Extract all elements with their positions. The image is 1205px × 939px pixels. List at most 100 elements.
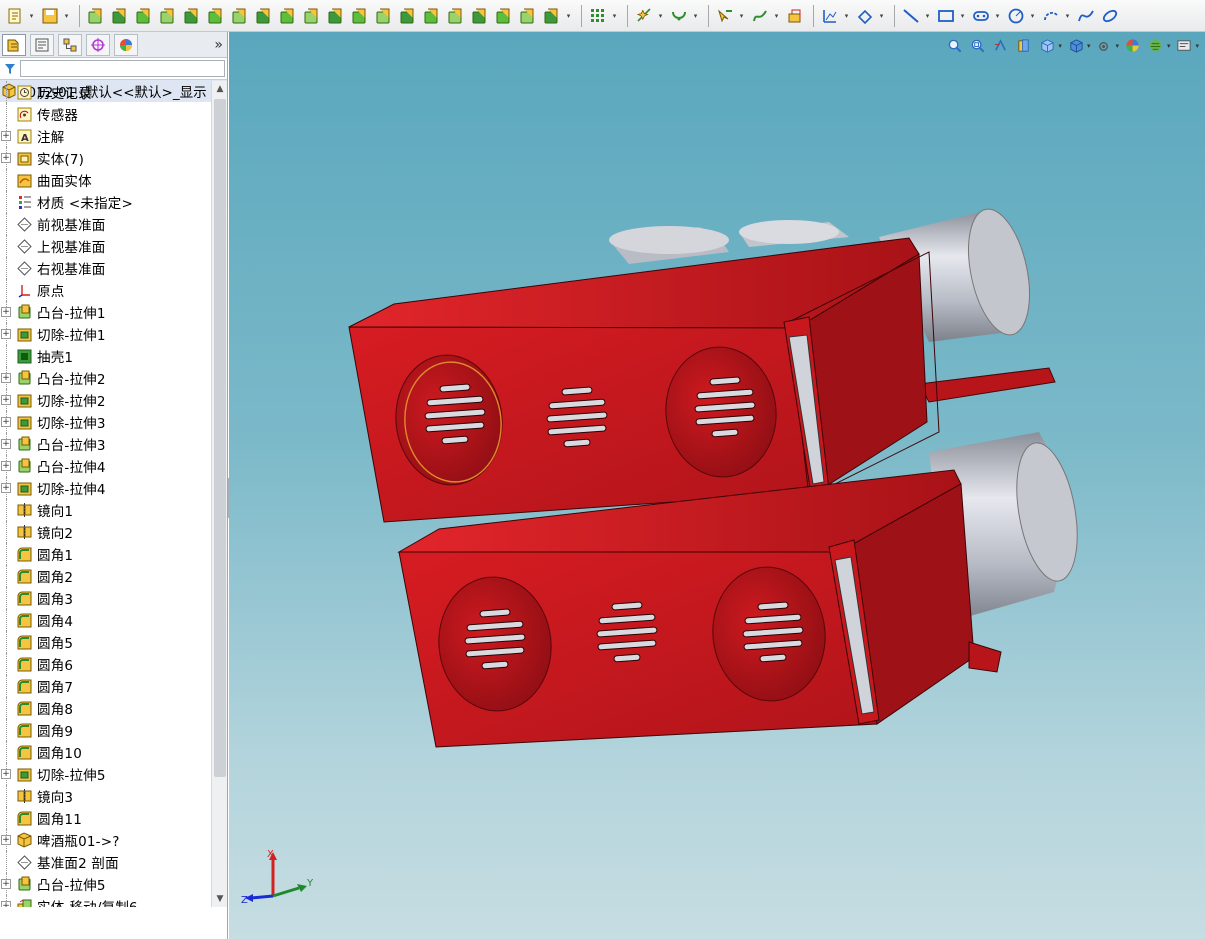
graphics-area[interactable]: ▾ ▾ ▾ ▾ ▾ X Y Z xyxy=(229,32,1205,939)
save-dropdown-arrow[interactable]: ▾ xyxy=(63,5,70,27)
hide-show-items-dropdown-arrow[interactable]: ▾ xyxy=(1115,42,1119,50)
scroll-up-arrow[interactable]: ▲ xyxy=(212,81,228,97)
tree-item[interactable]: 抽壳1 xyxy=(0,345,211,367)
tree-item[interactable]: 圆角5 xyxy=(0,631,211,653)
spline-dropdown-arrow[interactable]: ▾ xyxy=(773,5,780,27)
curves-dropdown-arrow[interactable]: ▾ xyxy=(692,5,699,27)
display-style-dropdown-arrow[interactable]: ▾ xyxy=(1087,42,1091,50)
sketch-button[interactable] xyxy=(819,5,841,27)
shell-button[interactable] xyxy=(181,5,203,27)
expand-toggle[interactable]: + xyxy=(1,131,11,141)
mirror-button[interactable] xyxy=(469,5,491,27)
section-view-button[interactable] xyxy=(1015,37,1033,55)
tree-item[interactable]: 曲面实体 xyxy=(0,169,211,191)
spline-button[interactable] xyxy=(749,5,771,27)
tree-item[interactable]: 基准面2 剖面 xyxy=(0,851,211,873)
tree-item[interactable]: 圆角11 xyxy=(0,807,211,829)
tree-scrollbar[interactable]: ▲ ▼ xyxy=(211,81,227,907)
tree-item[interactable]: + 啤酒瓶01->? xyxy=(0,829,211,851)
wrap-button[interactable] xyxy=(373,5,395,27)
expand-toggle[interactable]: + xyxy=(1,373,11,383)
tree-item[interactable]: 镜向3 xyxy=(0,785,211,807)
tree-item[interactable]: + 凸台-拉伸5 xyxy=(0,873,211,895)
tree-item[interactable]: 原点 xyxy=(0,279,211,301)
tree-item[interactable]: + 凸台-拉伸2 xyxy=(0,367,211,389)
chamfer-button[interactable] xyxy=(517,5,539,27)
sketch-dropdown-arrow[interactable]: ▾ xyxy=(843,5,850,27)
tab-dimxpert-manager[interactable] xyxy=(86,33,110,56)
circle-button[interactable] xyxy=(1005,5,1027,27)
spline-tool-button[interactable] xyxy=(1075,5,1097,27)
expand-toggle[interactable]: + xyxy=(1,879,11,889)
tree-item[interactable]: 上视基准面 xyxy=(0,235,211,257)
tree-item[interactable]: 圆角4 xyxy=(0,609,211,631)
indent-button[interactable] xyxy=(421,5,443,27)
apply-scene-button[interactable] xyxy=(1147,37,1165,55)
save-button[interactable] xyxy=(39,5,61,27)
tree-item[interactable]: 圆角10 xyxy=(0,741,211,763)
apply-scene-dropdown-arrow[interactable]: ▾ xyxy=(1167,42,1171,50)
rectangle-dropdown-arrow[interactable]: ▾ xyxy=(959,5,966,27)
tab-configuration-manager[interactable] xyxy=(58,33,82,56)
slot-dropdown-arrow[interactable]: ▾ xyxy=(994,5,1001,27)
rectangle-button[interactable] xyxy=(935,5,957,27)
expand-toggle[interactable]: + xyxy=(1,395,11,405)
tree-item[interactable]: + 切除-拉伸3 xyxy=(0,411,211,433)
emboss-button[interactable] xyxy=(541,5,563,27)
expand-toggle[interactable]: + xyxy=(1,901,11,907)
ellipse-button[interactable] xyxy=(1099,5,1121,27)
tab-feature-manager[interactable] xyxy=(2,33,26,56)
tree-item[interactable]: + 切除-拉伸4 xyxy=(0,477,211,499)
expand-toggle[interactable]: + xyxy=(1,439,11,449)
model-3d[interactable] xyxy=(229,32,1205,939)
tree-item[interactable]: + 凸台-拉伸3 xyxy=(0,433,211,455)
draft-button[interactable] xyxy=(229,5,251,27)
dimension-button[interactable] xyxy=(854,5,876,27)
smart-dimension-button[interactable] xyxy=(714,5,736,27)
arc-dropdown-arrow[interactable]: ▾ xyxy=(1064,5,1071,27)
tree-item[interactable]: + 凸台-拉伸1 xyxy=(0,301,211,323)
line-dropdown-arrow[interactable]: ▾ xyxy=(924,5,931,27)
arc-button[interactable] xyxy=(1040,5,1062,27)
hide-show-items-button[interactable] xyxy=(1095,37,1113,55)
previous-view-button[interactable] xyxy=(992,37,1010,55)
tree-item[interactable]: + 切除-拉伸1 xyxy=(0,323,211,345)
tree-item[interactable]: 镜向1 xyxy=(0,499,211,521)
linear-pattern-button[interactable] xyxy=(587,5,609,27)
tree-item[interactable]: 右视基准面 xyxy=(0,257,211,279)
tabs-more-button[interactable]: » xyxy=(214,37,223,53)
view-orientation-button[interactable] xyxy=(1038,37,1056,55)
view-settings-button[interactable] xyxy=(1175,37,1193,55)
expand-toggle[interactable]: + xyxy=(1,307,11,317)
dome-button[interactable] xyxy=(349,5,371,27)
tree-item[interactable]: 历史记录 xyxy=(0,81,211,103)
view-settings-dropdown-arrow[interactable]: ▾ xyxy=(1195,42,1199,50)
expand-toggle[interactable]: + xyxy=(1,417,11,427)
thicken-button[interactable] xyxy=(445,5,467,27)
expand-toggle[interactable]: + xyxy=(1,153,11,163)
zoom-to-fit-button[interactable] xyxy=(946,37,964,55)
dimension-dropdown-arrow[interactable]: ▾ xyxy=(878,5,885,27)
tree-item[interactable]: + 凸台-拉伸4 xyxy=(0,455,211,477)
flex-button[interactable] xyxy=(397,5,419,27)
extrude-boss-button[interactable] xyxy=(109,5,131,27)
linear-pattern-dropdown-arrow[interactable]: ▾ xyxy=(611,5,618,27)
zoom-to-area-button[interactable] xyxy=(969,37,987,55)
scroll-down-arrow[interactable]: ▼ xyxy=(212,891,228,907)
tree-item[interactable]: 圆角7 xyxy=(0,675,211,697)
new-doc-button[interactable] xyxy=(4,5,26,27)
curves-button[interactable] xyxy=(668,5,690,27)
revolve-cut-button[interactable] xyxy=(277,5,299,27)
display-style-button[interactable] xyxy=(1067,37,1085,55)
expand-toggle[interactable]: + xyxy=(1,329,11,339)
line-button[interactable] xyxy=(900,5,922,27)
tree-item[interactable]: 圆角3 xyxy=(0,587,211,609)
tree-item[interactable]: 圆角2 xyxy=(0,565,211,587)
view-orientation-dropdown-arrow[interactable]: ▾ xyxy=(1058,42,1062,50)
new-doc-dropdown-arrow[interactable]: ▾ xyxy=(28,5,35,27)
tree-item[interactable]: 圆角1 xyxy=(0,543,211,565)
instant3d-button[interactable] xyxy=(784,5,806,27)
tree-item[interactable]: 圆角9 xyxy=(0,719,211,741)
emboss-dropdown-arrow[interactable]: ▾ xyxy=(565,5,572,27)
expand-toggle[interactable]: + xyxy=(1,835,11,845)
